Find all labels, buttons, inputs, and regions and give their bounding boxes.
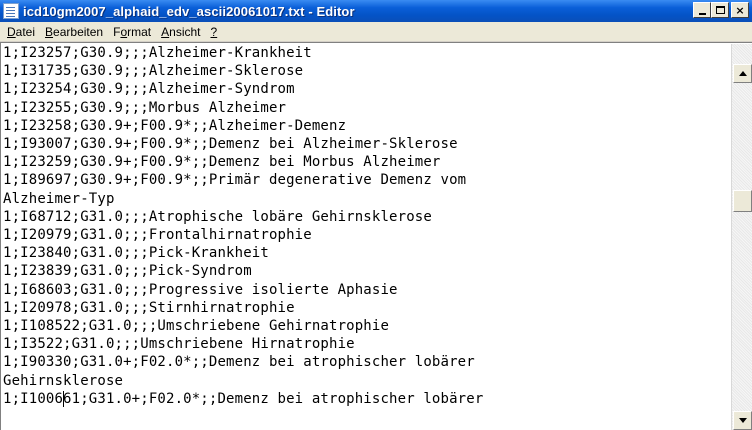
editor-frame: 1;I23257;G30.9;;;Alzheimer-Krankheit 1;I3… [0,42,752,430]
arrow-up-icon [739,71,747,76]
menu-help[interactable]: ? [207,25,224,39]
title-bar[interactable]: icd10gm2007_alphaid_edv_ascii20061017.tx… [0,0,752,22]
maximize-icon [715,6,725,14]
text-line: Gehirnsklerose [3,372,124,389]
text-line: 1;I23257;G30.9;;;Alzheimer-Krankheit [3,45,312,61]
text-line: 1;I68603;G31.0;;;Progressive isolierte A… [3,281,398,298]
scroll-down-button[interactable] [733,411,752,430]
text-line: 1;I93007;G30.9+;F00.9*;;Demenz bei Alzhe… [3,136,458,153]
text-line: Alzheimer-Typ [3,190,115,207]
text-line: 1;I108522;G31.0;;;Umschriebene Gehirnatr… [3,318,390,335]
maximize-button[interactable] [711,2,729,18]
menu-bearbeiten[interactable]: Bearbeiten [41,25,109,39]
menu-format[interactable]: Format [109,25,157,39]
vertical-scrollbar[interactable] [731,44,752,430]
notepad-icon [3,3,19,19]
notepad-window: icd10gm2007_alphaid_edv_ascii20061017.tx… [0,0,752,430]
text-line: 1;I23254;G30.9;;;Alzheimer-Syndrom [3,81,295,98]
menu-datei[interactable]: Datei [3,25,41,39]
text-line: 1;I90330;G31.0+;F02.0*;;Demenz bei atrop… [3,354,475,371]
minimize-icon [698,12,706,15]
menu-ansicht[interactable]: Ansicht [157,25,206,39]
text-line: 1;I23255;G30.9;;;Morbus Alzheimer [3,99,287,116]
text-editor[interactable]: 1;I23257;G30.9;;;Alzheimer-Krankheit 1;I3… [3,44,730,430]
window-title: icd10gm2007_alphaid_edv_ascii20061017.tx… [23,3,355,19]
text-line: 1;I23839;G31.0;;;Pick-Syndrom [3,263,252,280]
text-caret [63,391,65,407]
text-line: 1;I20979;G31.0;;;Frontalhirnatrophie [3,227,312,244]
text-line: 1;I23840;G31.0;;;Pick-Krankheit [3,245,269,262]
scrollbar-thumb[interactable] [733,190,752,213]
window-controls: × [693,2,749,18]
scroll-up-button[interactable] [733,64,752,83]
minimize-button[interactable] [693,2,711,18]
text-line: 1;I68712;G31.0;;;Atrophische lobäre Gehi… [3,208,432,225]
text-line: 1;I3522;G31.0;;;Umschriebene Hirnatrophi… [3,336,355,353]
menu-bar: Datei Bearbeiten Format Ansicht ? [0,22,752,42]
text-line: 1;I23258;G30.9+;F00.9*;;Alzheimer-Demenz [3,117,347,134]
text-line: 1;I100661;G31.0+;F02.0*;;Demenz bei atro… [3,390,484,407]
text-line: 1;I20978;G31.0;;;Stirnhirnatrophie [3,299,295,316]
arrow-down-icon [739,418,747,423]
text-line: 1;I31735;G30.9;;;Alzheimer-Sklerose [3,63,304,80]
close-button[interactable]: × [731,2,749,18]
close-icon: × [735,3,745,17]
text-line: 1;I89697;G30.9+;F00.9*;;Primär degenerat… [3,172,467,189]
text-line: 1;I23259;G30.9+;F00.9*;;Demenz bei Morbu… [3,154,441,171]
